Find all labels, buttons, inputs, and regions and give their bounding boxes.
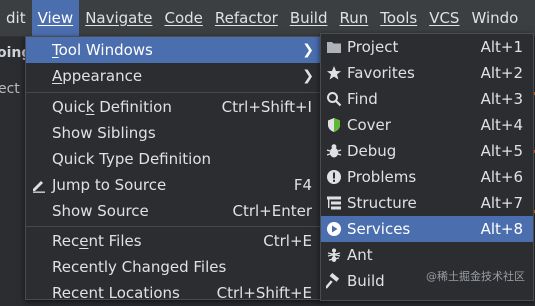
menu-item-label: Build <box>347 272 385 290</box>
menu-item-label: Recent Locations <box>52 284 180 302</box>
menu-build[interactable]: Build <box>284 0 334 36</box>
menu-bar: dit View Navigate Code Refactor Build Ru… <box>0 0 535 37</box>
menu-separator <box>26 92 322 93</box>
view-menu-dropdown: Tool Windows ❯ Appearance ❯ Quick Defini… <box>25 36 323 302</box>
menu-item-label: Ant <box>347 246 373 264</box>
menu-item-label: Quick Type Definition <box>52 150 212 168</box>
menu-item-label: Recently Changed Files <box>52 258 227 276</box>
menu-item-shortcut: Ctrl+E <box>263 232 312 250</box>
menu-item-recent-locations[interactable]: Recent Locations Ctrl+Shift+E <box>26 280 322 306</box>
star-icon <box>321 65 347 81</box>
menu-item-favorites[interactable]: Favorites Alt+2 <box>321 60 533 86</box>
menu-item-show-siblings[interactable]: Show Siblings <box>26 120 322 146</box>
menu-code[interactable]: Code <box>158 0 208 36</box>
menu-item-label: Debug <box>347 142 397 160</box>
background-editor-edge: oing ect <box>0 37 31 292</box>
menu-item-label: Favorites <box>347 64 415 82</box>
menu-tools[interactable]: Tools <box>374 0 423 36</box>
search-icon <box>321 91 347 107</box>
menu-item-recent-files[interactable]: Recent Files Ctrl+E <box>26 228 322 254</box>
menu-item-label: Tool Windows <box>52 41 153 59</box>
menu-edit[interactable]: dit <box>0 0 32 36</box>
menu-item-label: Problems <box>347 168 417 186</box>
menu-vcs[interactable]: VCS <box>423 0 465 36</box>
menu-item-label: Cover <box>347 116 391 134</box>
menu-item-shortcut: Alt+3 <box>480 90 523 108</box>
menu-item-shortcut: Alt+5 <box>480 142 523 160</box>
hammer-icon <box>321 273 347 289</box>
menu-item-label: Project <box>347 38 399 56</box>
pencil-icon <box>26 177 52 193</box>
menu-window[interactable]: Windo <box>465 0 524 36</box>
menu-item-problems[interactable]: Problems Alt+6 <box>321 164 533 190</box>
menu-item-quick-type-definition[interactable]: Quick Type Definition <box>26 146 322 172</box>
menu-item-shortcut: Ctrl+Shift+I <box>221 98 312 116</box>
menu-separator <box>26 226 322 227</box>
menu-item-show-source[interactable]: Show Source Ctrl+Enter <box>26 198 322 224</box>
structure-icon <box>321 195 347 211</box>
menu-item-shortcut: F4 <box>293 176 312 194</box>
menu-item-label: Structure <box>347 194 417 212</box>
menu-item-label: Show Source <box>52 202 149 220</box>
menu-item-shortcut: Alt+2 <box>480 64 523 82</box>
menu-item-appearance[interactable]: Appearance ❯ <box>26 63 322 89</box>
menu-item-recently-changed-files[interactable]: Recently Changed Files <box>26 254 322 280</box>
menu-item-shortcut: Alt+7 <box>480 194 523 212</box>
menu-item-label: Show Siblings <box>52 124 156 142</box>
menu-item-label: Appearance <box>52 67 143 85</box>
menu-item-jump-to-source[interactable]: Jump to Source F4 <box>26 172 322 198</box>
menu-view[interactable]: View <box>31 0 80 36</box>
warning-circle-icon <box>321 169 347 185</box>
menu-item-shortcut: Ctrl+Enter <box>232 202 312 220</box>
menu-item-tool-windows[interactable]: Tool Windows ❯ <box>26 37 322 63</box>
menu-item-shortcut: Alt+4 <box>480 116 523 134</box>
menu-item-label: Jump to Source <box>52 176 167 194</box>
menu-navigate[interactable]: Navigate <box>79 0 158 36</box>
background-project-fragment: ect <box>0 81 20 97</box>
menu-item-quick-definition[interactable]: Quick Definition Ctrl+Shift+I <box>26 94 322 120</box>
menu-item-debug[interactable]: Debug Alt+5 <box>321 138 533 164</box>
menu-item-find[interactable]: Find Alt+3 <box>321 86 533 112</box>
play-circle-icon <box>321 221 347 237</box>
menu-item-shortcut: Alt+1 <box>480 38 523 56</box>
menu-item-label: Quick Definition <box>52 98 172 116</box>
menu-item-ant[interactable]: Ant <box>321 242 533 268</box>
menu-item-cover[interactable]: Cover Alt+4 <box>321 112 533 138</box>
menu-item-structure[interactable]: Structure Alt+7 <box>321 190 533 216</box>
menu-item-project[interactable]: Project Alt+1 <box>321 34 533 60</box>
tool-windows-submenu: Project Alt+1 Favorites Alt+2 Find Alt+3… <box>320 33 534 301</box>
menu-run[interactable]: Run <box>333 0 374 36</box>
menu-item-label: Services <box>347 220 411 238</box>
shield-icon <box>321 117 347 133</box>
menu-item-shortcut: Alt+8 <box>480 220 523 238</box>
watermark: @稀土掘金技术社区 <box>426 270 525 283</box>
bug-icon <box>321 143 347 159</box>
folder-icon <box>321 39 347 55</box>
menu-item-shortcut: Alt+6 <box>480 168 523 186</box>
menu-item-label: Find <box>347 90 378 108</box>
menu-item-label: Recent Files <box>52 232 142 250</box>
ant-icon <box>321 247 347 263</box>
menu-item-shortcut: Ctrl+Shift+E <box>216 284 312 302</box>
menu-refactor[interactable]: Refactor <box>209 0 284 36</box>
menu-item-services[interactable]: Services Alt+8 <box>321 216 533 242</box>
